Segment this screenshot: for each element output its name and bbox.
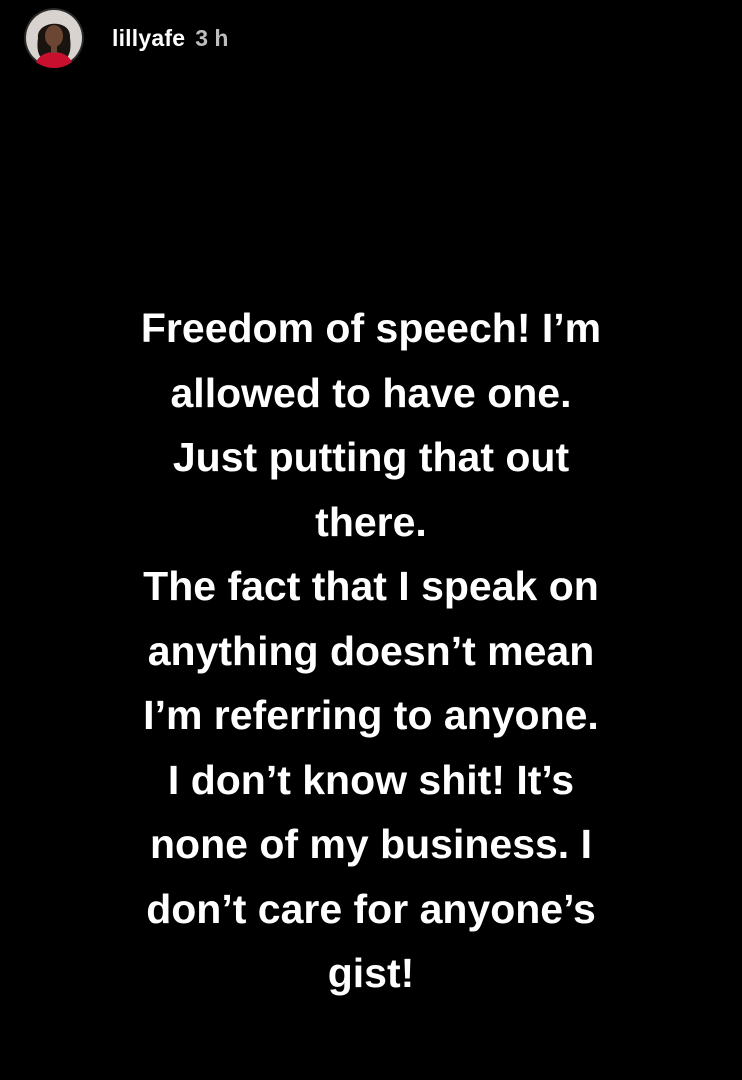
story-text-line: gist! (327, 950, 415, 996)
story-text-line: I’m referring to anyone. (143, 692, 599, 738)
story-text-line: none of my business. I (150, 821, 592, 867)
story-text-line: Just putting that out (172, 434, 570, 480)
story-view[interactable]: lillyafe 3 h Freedom of speech! I’m allo… (0, 0, 742, 1080)
story-text-line: allowed to have one. (170, 369, 572, 416)
profile-avatar-icon (24, 8, 84, 68)
story-text-line: anything doesn’t mean (147, 627, 595, 674)
avatar[interactable] (24, 8, 84, 68)
story-text-line: I don’t know shit! It’s (167, 756, 575, 803)
story-text-line: don’t care for anyone’s (146, 885, 596, 932)
story-text: Freedom of speech! I’m allowed to have o… (60, 296, 682, 1006)
username[interactable]: lillyafe (112, 25, 185, 52)
story-header: lillyafe 3 h (24, 6, 228, 70)
story-text-line: The fact that I speak on (143, 563, 599, 609)
story-text-line: there. (315, 498, 427, 545)
story-text-line: Freedom of speech! I’m (140, 305, 602, 351)
timestamp: 3 h (195, 24, 229, 51)
